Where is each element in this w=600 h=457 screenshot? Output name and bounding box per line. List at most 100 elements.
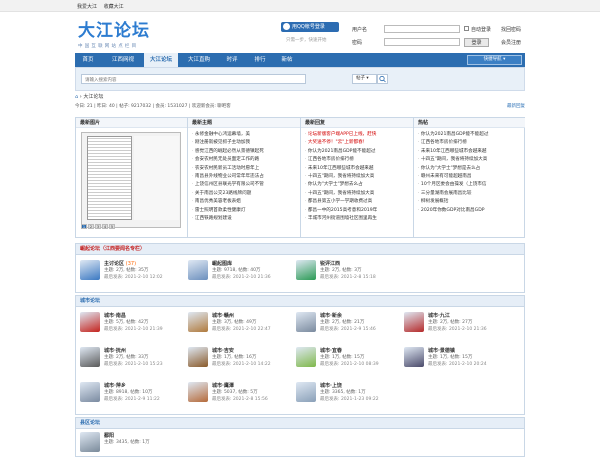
forum-last-post[interactable]: 最后发表: 2021-2-10 21:39 [104,326,163,332]
pager-dot[interactable]: 5 [109,224,115,229]
forum-icon[interactable] [80,260,100,280]
forum-last-post[interactable]: 最后发表: 2021-2-9 15:46 [320,326,376,332]
reply-item[interactable]: 未来10年江西哪些城市会越来越 [305,165,413,173]
logo[interactable]: 大江论坛 中国互联网站点栏目 [76,16,196,50]
forum-icon[interactable] [80,347,100,367]
nav-item-home[interactable]: 首页 [75,53,101,67]
topic-item[interactable]: 南昌优秀美容老板表姐 [192,198,300,206]
forum-entry[interactable]: 崛起图库 主题: 9718, 帖数: 40万 最后发表: 2021-2-10 21… [188,257,292,283]
forum-last-post[interactable]: 最后发表: 2021-2-9 11:22 [104,396,160,402]
forum-entry[interactable]: 城市·萍乡 主题: 8918, 帖数: 10万 最后发表: 2021-2-9 11… [80,379,184,405]
pager-dot[interactable]: 1 [81,224,87,229]
forum-entry[interactable]: 城市·九江 主题: 2万, 帖数: 27万 最后发表: 2021-2-10 21:… [404,309,508,335]
forum-last-post[interactable]: 最后发表: 2021-2-8 15:18 [320,274,376,280]
forum-icon[interactable] [296,312,316,332]
forum-last-post[interactable]: 最后发表: 2021-2-10 08:39 [320,361,379,367]
login-button[interactable]: 登录 [464,38,489,47]
set-home-link[interactable]: 我爱大江 [77,4,97,10]
hot-item[interactable]: 柳树发展概括 [418,198,525,206]
pager-dot[interactable]: 3 [95,224,101,229]
forum-entry[interactable]: 锐评江西 主题: 2万, 帖数: 3万 最后发表: 2021-2-8 15:18 [296,257,400,283]
favorite-link[interactable]: 收藏大江 [104,4,124,10]
section-title[interactable]: 城市论坛 [76,296,524,307]
home-icon[interactable]: ⌂ [75,94,78,100]
reply-item[interactable]: 你认为"大学士"梦想去么占 [305,181,413,189]
auto-login-checkbox[interactable] [464,26,469,31]
forum-entry[interactable]: 城市·吉安 主题: 1万, 帖数: 16万 最后发表: 2021-2-10 14:… [188,344,292,370]
search-input[interactable] [81,74,306,84]
forum-last-post[interactable]: 最后发表: 2021-2-10 15:23 [104,361,163,367]
forum-entry[interactable]: 城市·景德镇 主题: 1万, 帖数: 15万 最后发表: 2021-2-10 20… [404,344,508,370]
forum-entry[interactable]: 主讨论区 (37) 主题: 2万, 帖数: 35万 最后发表: 2021-2-10 … [80,257,184,283]
forum-icon[interactable] [296,260,316,280]
reply-item[interactable]: 江西各地市房价排行榜 [305,156,413,164]
forum-last-post[interactable]: 最后发表: 2021-2-10 14:22 [212,361,271,367]
quick-nav-button[interactable]: 快捷导航 ▾ [467,55,522,65]
topic-item[interactable]: 感觉江西的崛起必然从景德镇起死 [192,148,300,156]
topic-item[interactable]: 南昌县外线物业公司常年年违法占 [192,173,300,181]
forum-last-post[interactable]: 最后发表: 2021-2-8 15:56 [212,396,268,402]
forum-icon[interactable] [188,382,208,402]
forum-icon[interactable] [188,312,208,332]
hot-item[interactable]: 10个月区委会由操发（上饶市信 [418,181,525,189]
reply-item[interactable]: 十四五"期间，我省将持续加大高 [305,190,413,198]
nav-item-shop[interactable]: 大江直购 [181,53,217,67]
topic-item[interactable]: 农安农村民新员工活动时愿年上 [192,165,300,173]
forum-last-post[interactable]: 最后发表: 2021-2-10 21:36 [212,274,271,280]
search-button[interactable] [377,74,388,84]
reply-item[interactable]: 你认为2021南昌GDP能不能超过 [305,148,413,156]
forum-icon[interactable] [404,347,424,367]
forum-last-post[interactable]: 最后发表: 2021-2-10 20:24 [428,361,487,367]
forum-icon[interactable] [80,312,100,332]
hot-item[interactable]: 赣州未来有可能超越南昌 [418,173,525,181]
topic-item[interactable]: 上饶信州区县联光学有限公司不管 [192,181,300,189]
qq-login-button[interactable]: 用QQ帐号登录 [281,22,339,32]
topic-item[interactable]: 雷士照明首款柔性健康灯 [192,207,300,215]
hot-item[interactable]: 你认为"大学士"梦想是去么占 [418,165,525,173]
forum-icon[interactable] [188,347,208,367]
forum-last-post[interactable]: 最后发表: 2021-2-10 21:36 [428,326,487,332]
pager-dot[interactable]: 4 [102,224,108,229]
nav-item-comment[interactable]: 时评 [220,53,244,67]
search-type-select[interactable]: 帖子 ▾ [352,74,377,84]
username-input[interactable] [384,25,460,33]
reply-item[interactable]: 大奖送不停！"云"上新都春！ [305,139,413,147]
nav-item-jxtv[interactable]: 江西网视 [105,53,141,67]
hot-item[interactable]: 江西各地市房价排行榜 [418,139,525,147]
nav-item-forum[interactable]: 大江论坛 [144,53,178,67]
hot-item[interactable]: 你认为2021南昌GDP能不能超过 [418,131,525,139]
register-link[interactable]: 会员注册 [501,39,521,46]
nav-item-ranking[interactable]: 排行 [248,53,272,67]
topic-item[interactable]: 永修金融中心鸿运幕墙，美 [192,131,300,139]
find-password-link[interactable]: 找回密码 [501,26,521,33]
forum-icon[interactable] [80,382,100,402]
forum-entry[interactable]: 城市·抚州 主题: 2万, 帖数: 33万 最后发表: 2021-2-10 15:… [80,344,184,370]
hot-item[interactable]: 未来10年江西哪些城市会越来越 [418,148,525,156]
topic-item[interactable]: 江西铁路规划建设 [192,215,300,223]
hot-item[interactable]: 三分量湖南会展南昌比较 [418,190,525,198]
topic-item[interactable]: 刚注册就被见抓子主动加我 [192,139,300,147]
hot-item[interactable]: 十四五"期间，我省将持续加大高 [418,156,525,164]
forum-last-post[interactable]: 最后发表: 2021-1-23 09:22 [320,396,379,402]
latest-image-preview[interactable] [81,132,181,228]
forum-entry[interactable]: 城市·上饶 主题: 3365, 帖数: 1万 最后发表: 2021-1-23 09… [296,379,400,405]
forum-icon[interactable] [404,312,424,332]
forum-icon[interactable] [296,347,316,367]
breadcrumb-current[interactable]: 大江论坛 [83,94,103,100]
forum-entry[interactable]: 鄱阳 主题: 3435, 帖数: 1万 [80,429,184,455]
latest-replies-link[interactable]: 最新回复 [507,103,525,109]
forum-entry[interactable]: 城市·宜春 主题: 1万, 帖数: 15万 最后发表: 2021-2-10 08:… [296,344,400,370]
forum-icon[interactable] [188,260,208,280]
forum-entry[interactable]: 城市·南昌 主题: 5万, 帖数: 42万 最后发表: 2021-2-10 21:… [80,309,184,335]
section-title[interactable]: 崛起论坛（江西要闻名专栏） [76,244,524,255]
topic-item[interactable]: 关于南昌公交23路线牌问题 [192,190,300,198]
forum-icon[interactable] [296,382,316,402]
section-title[interactable]: 县区论坛 [76,418,524,429]
forum-entry[interactable]: 城市·鹰潭 主题: 5037, 帖数: 5万 最后发表: 2021-2-8 15:… [188,379,292,405]
forum-icon[interactable] [80,432,100,452]
forum-last-post[interactable]: 最后发表: 2021-2-10 12:02 [104,274,163,280]
nav-item-new-posts[interactable]: 新帖 [275,53,299,67]
forum-entry[interactable]: 城市·赣州 主题: 3万, 帖数: 49万 最后发表: 2021-2-10 22:… [188,309,292,335]
pager-dot[interactable]: 2 [88,224,94,229]
reply-item[interactable]: 论坛新版客户端APP已上线，赶快 [305,131,413,139]
